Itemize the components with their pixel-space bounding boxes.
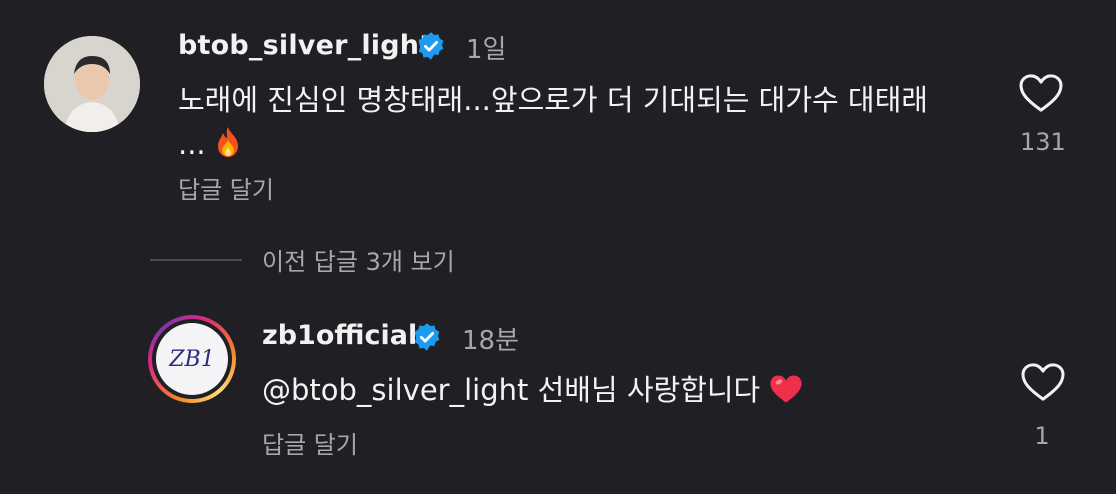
reply-button[interactable]: 답글 달기 — [262, 425, 358, 460]
avatar-zb1official[interactable]: ZB1 — [148, 315, 236, 403]
zb1-logo: ZB1 — [156, 323, 228, 395]
red-heart-emoji-icon — [770, 375, 803, 403]
like-count: 131 — [1020, 128, 1066, 156]
comment-body: 선배님 사랑합니다 — [528, 373, 761, 407]
comment-text: @btob_silver_light 선배님 사랑합니다 — [262, 367, 803, 409]
verified-badge-icon — [418, 32, 444, 60]
mention-link[interactable]: @btob_silver_light — [262, 373, 528, 407]
comment-timestamp: 18분 — [462, 326, 520, 356]
heart-outline-icon[interactable] — [1018, 73, 1064, 113]
comment-body: 노래에 진심인 명창태래...앞으로가 더 기대되는 대가수 대태래 ... — [178, 83, 928, 161]
heart-outline-icon[interactable] — [1020, 362, 1066, 402]
replies-divider — [150, 259, 242, 261]
comment-timestamp: 1일 — [466, 35, 507, 65]
reply-button[interactable]: 답글 달기 — [178, 170, 274, 205]
verified-badge-icon — [414, 323, 440, 351]
avatar-btob-silver-light[interactable] — [44, 36, 140, 132]
view-previous-replies-button[interactable]: 이전 답글 3개 보기 — [262, 242, 455, 277]
like-count: 1 — [1034, 422, 1050, 450]
comment-username[interactable]: btob_silver_light — [178, 30, 432, 61]
comment-username[interactable]: zb1official — [262, 320, 417, 351]
fire-emoji-icon — [217, 127, 238, 157]
comment-text: 노래에 진심인 명창태래...앞으로가 더 기대되는 대가수 대태래 ... — [178, 78, 938, 166]
